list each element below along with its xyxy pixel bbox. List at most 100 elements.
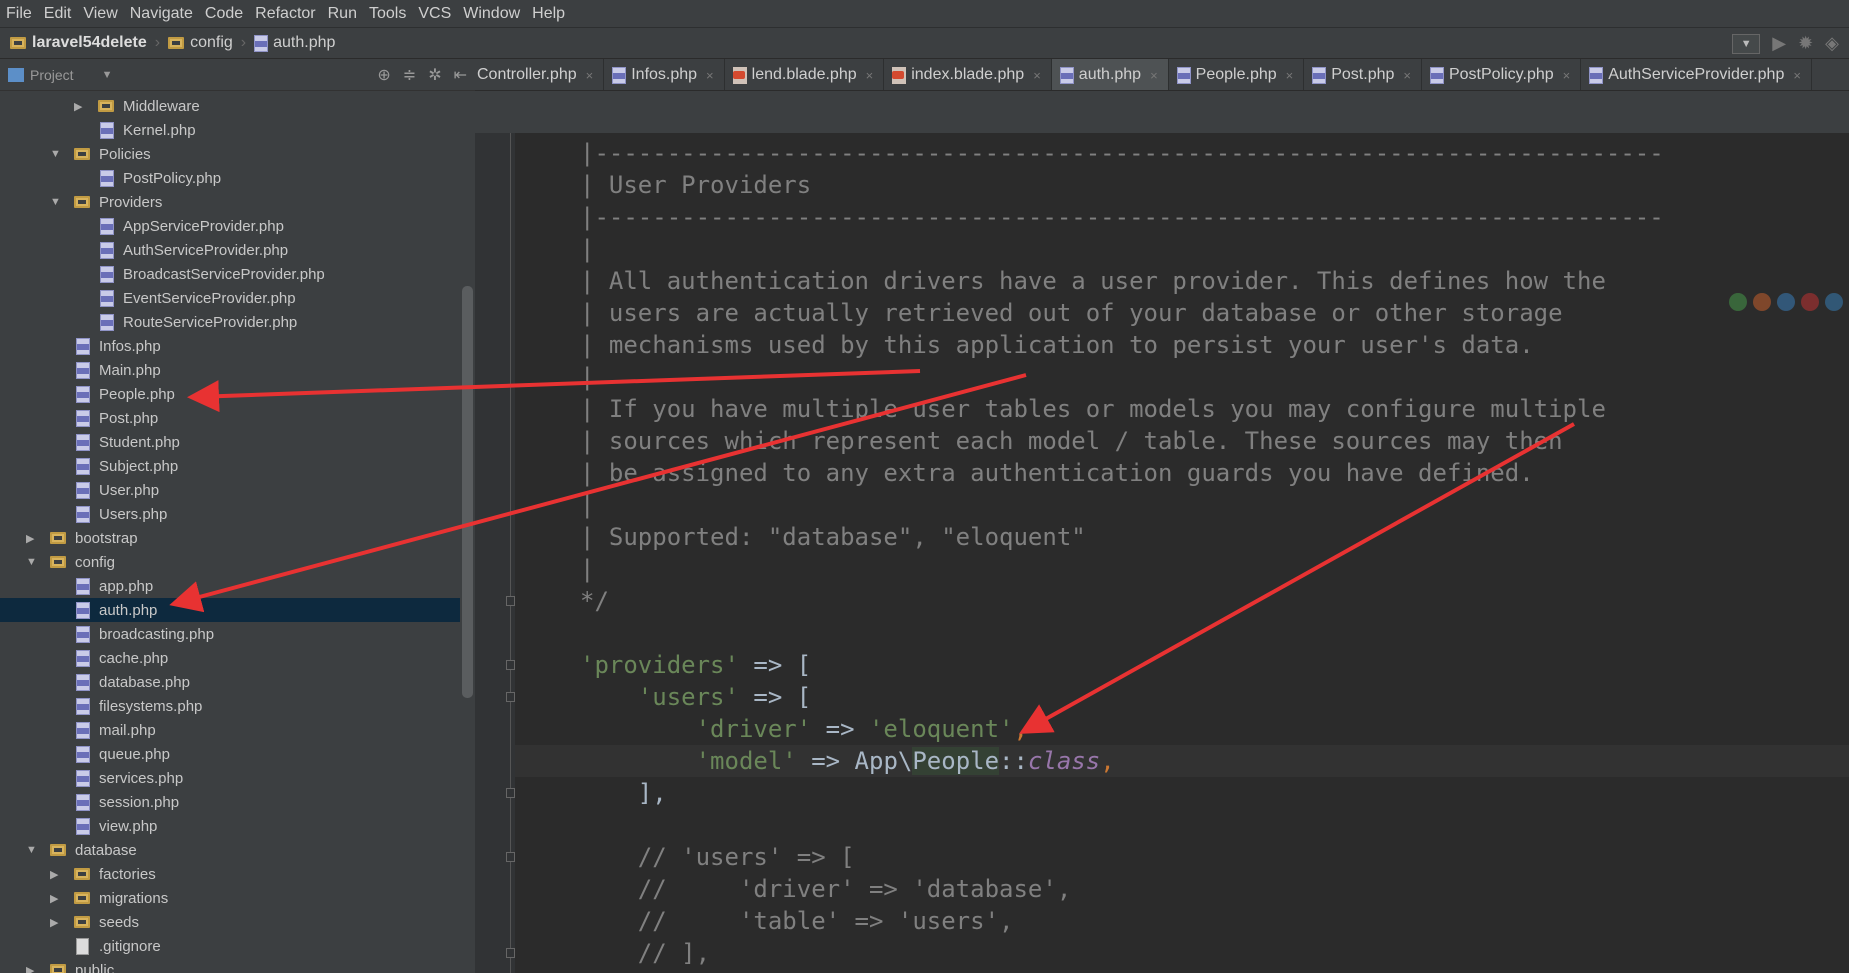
tree-file[interactable]: Subject.php	[0, 454, 460, 478]
menu-vcs[interactable]: VCS	[418, 5, 451, 23]
tree-folder[interactable]: ▶ bootstrap	[0, 526, 460, 550]
tree-file[interactable]: filesystems.php	[0, 694, 460, 718]
tree-file[interactable]: AuthServiceProvider.php	[0, 238, 460, 262]
tree-file[interactable]: PostPolicy.php	[0, 166, 460, 190]
fold-marker-icon[interactable]	[506, 692, 515, 702]
tree-file[interactable]: session.php	[0, 790, 460, 814]
tree-file[interactable]: Post.php	[0, 406, 460, 430]
fold-marker-icon[interactable]	[506, 660, 515, 670]
tree-file[interactable]: queue.php	[0, 742, 460, 766]
gear-icon[interactable]: ✲	[428, 65, 441, 85]
coverage-icon[interactable]: ◈	[1825, 33, 1839, 54]
close-icon[interactable]: ×	[1563, 68, 1571, 83]
tree-folder[interactable]: ▼ database	[0, 838, 460, 862]
tab-post-php[interactable]: Post.php ×	[1304, 59, 1422, 90]
tab-lend-blade-php[interactable]: lend.blade.php ×	[725, 59, 885, 90]
fold-marker-icon[interactable]	[506, 948, 515, 958]
breadcrumb-file[interactable]: auth.php	[254, 34, 335, 52]
safari-icon[interactable]	[1777, 293, 1795, 311]
tree-file[interactable]: mail.php	[0, 718, 460, 742]
tree-file[interactable]: Main.php	[0, 358, 460, 382]
tree-file[interactable]: Infos.php	[0, 334, 460, 358]
collapsed-arrow-icon[interactable]: ▶	[74, 100, 86, 113]
tree-file[interactable]: database.php	[0, 670, 460, 694]
expanded-arrow-icon[interactable]: ▼	[26, 556, 38, 568]
close-icon[interactable]: ×	[1793, 68, 1801, 83]
tree-folder[interactable]: ▶ factories	[0, 862, 460, 886]
fold-marker-icon[interactable]	[506, 852, 515, 862]
close-icon[interactable]: ×	[1403, 68, 1411, 83]
locate-icon[interactable]: ⊕	[377, 65, 390, 85]
close-icon[interactable]: ×	[1033, 68, 1041, 83]
menu-view[interactable]: View	[83, 5, 117, 23]
tree-folder[interactable]: ▼ Policies	[0, 142, 460, 166]
tree-folder[interactable]: ▶ seeds	[0, 910, 460, 934]
close-icon[interactable]: ×	[1286, 68, 1294, 83]
breadcrumb-config[interactable]: config	[168, 34, 233, 52]
collapsed-arrow-icon[interactable]: ▶	[50, 868, 62, 881]
tree-folder[interactable]: ▼ Providers	[0, 190, 460, 214]
tab-index-blade-php[interactable]: index.blade.php ×	[884, 59, 1052, 90]
project-panel-title[interactable]: Project	[30, 67, 74, 83]
close-icon[interactable]: ×	[706, 68, 714, 83]
collapsed-arrow-icon[interactable]: ▶	[50, 916, 62, 929]
chrome-icon[interactable]	[1729, 293, 1747, 311]
menu-code[interactable]: Code	[205, 5, 243, 23]
tree-file[interactable]: app.php	[0, 574, 460, 598]
menu-help[interactable]: Help	[532, 5, 565, 23]
hide-panel-icon[interactable]: ⇤	[454, 65, 467, 85]
run-icon[interactable]: ▶	[1772, 33, 1786, 54]
tree-file[interactable]: People.php	[0, 382, 460, 406]
fold-marker-icon[interactable]	[506, 788, 515, 798]
close-icon[interactable]: ×	[1150, 68, 1158, 83]
firefox-icon[interactable]	[1753, 293, 1771, 311]
breadcrumb-project[interactable]: laravel54delete	[10, 34, 147, 52]
expanded-arrow-icon[interactable]: ▼	[50, 196, 62, 208]
fold-marker-icon[interactable]	[506, 596, 515, 606]
opera-icon[interactable]	[1801, 293, 1819, 311]
tab-infos-php[interactable]: Infos.php ×	[604, 59, 725, 90]
tab-authserviceprovider-php[interactable]: AuthServiceProvider.php ×	[1581, 59, 1812, 90]
expanded-arrow-icon[interactable]: ▼	[50, 148, 62, 160]
tree-file[interactable]: .gitignore	[0, 934, 460, 958]
tree-file[interactable]: Users.php	[0, 502, 460, 526]
tab-auth-php[interactable]: auth.php ×	[1051, 59, 1169, 90]
tree-file[interactable]: Student.php	[0, 430, 460, 454]
tab-controller-php[interactable]: Controller.php ×	[475, 59, 605, 90]
menu-file[interactable]: File	[6, 5, 32, 23]
collapsed-arrow-icon[interactable]: ▶	[50, 892, 62, 905]
tree-file[interactable]: auth.php	[0, 598, 460, 622]
menu-window[interactable]: Window	[463, 5, 520, 23]
tab-postpolicy-php[interactable]: PostPolicy.php ×	[1422, 59, 1582, 90]
tree-file[interactable]: Kernel.php	[0, 118, 460, 142]
tree-file[interactable]: BroadcastServiceProvider.php	[0, 262, 460, 286]
tree-file[interactable]: broadcasting.php	[0, 622, 460, 646]
tree-file[interactable]: services.php	[0, 766, 460, 790]
tab-people-php[interactable]: People.php ×	[1169, 59, 1305, 90]
menu-navigate[interactable]: Navigate	[130, 5, 193, 23]
tree-file[interactable]: EventServiceProvider.php	[0, 286, 460, 310]
collapsed-arrow-icon[interactable]: ▶	[26, 964, 38, 973]
menu-refactor[interactable]: Refactor	[255, 5, 315, 23]
ie-icon[interactable]	[1825, 293, 1843, 311]
run-config-dropdown[interactable]: ▼	[1732, 33, 1761, 54]
collapsed-arrow-icon[interactable]: ▶	[26, 532, 38, 545]
collapse-all-icon[interactable]: ≑	[403, 65, 416, 85]
expanded-arrow-icon[interactable]: ▼	[26, 844, 38, 856]
menu-run[interactable]: Run	[328, 5, 357, 23]
debug-icon[interactable]: ✹	[1798, 33, 1813, 54]
tree-folder[interactable]: ▶ public	[0, 958, 460, 973]
menu-tools[interactable]: Tools	[369, 5, 406, 23]
tree-file[interactable]: RouteServiceProvider.php	[0, 310, 460, 334]
close-icon[interactable]: ×	[866, 68, 874, 83]
menu-edit[interactable]: Edit	[44, 5, 72, 23]
tree-folder[interactable]: ▶ Middleware	[0, 94, 460, 118]
tree-file[interactable]: AppServiceProvider.php	[0, 214, 460, 238]
tree-folder[interactable]: ▼ config	[0, 550, 460, 574]
tree-file[interactable]: cache.php	[0, 646, 460, 670]
tree-scrollbar[interactable]	[462, 286, 473, 698]
tree-file[interactable]: User.php	[0, 478, 460, 502]
close-icon[interactable]: ×	[586, 68, 594, 83]
tree-file[interactable]: view.php	[0, 814, 460, 838]
tree-folder[interactable]: ▶ migrations	[0, 886, 460, 910]
